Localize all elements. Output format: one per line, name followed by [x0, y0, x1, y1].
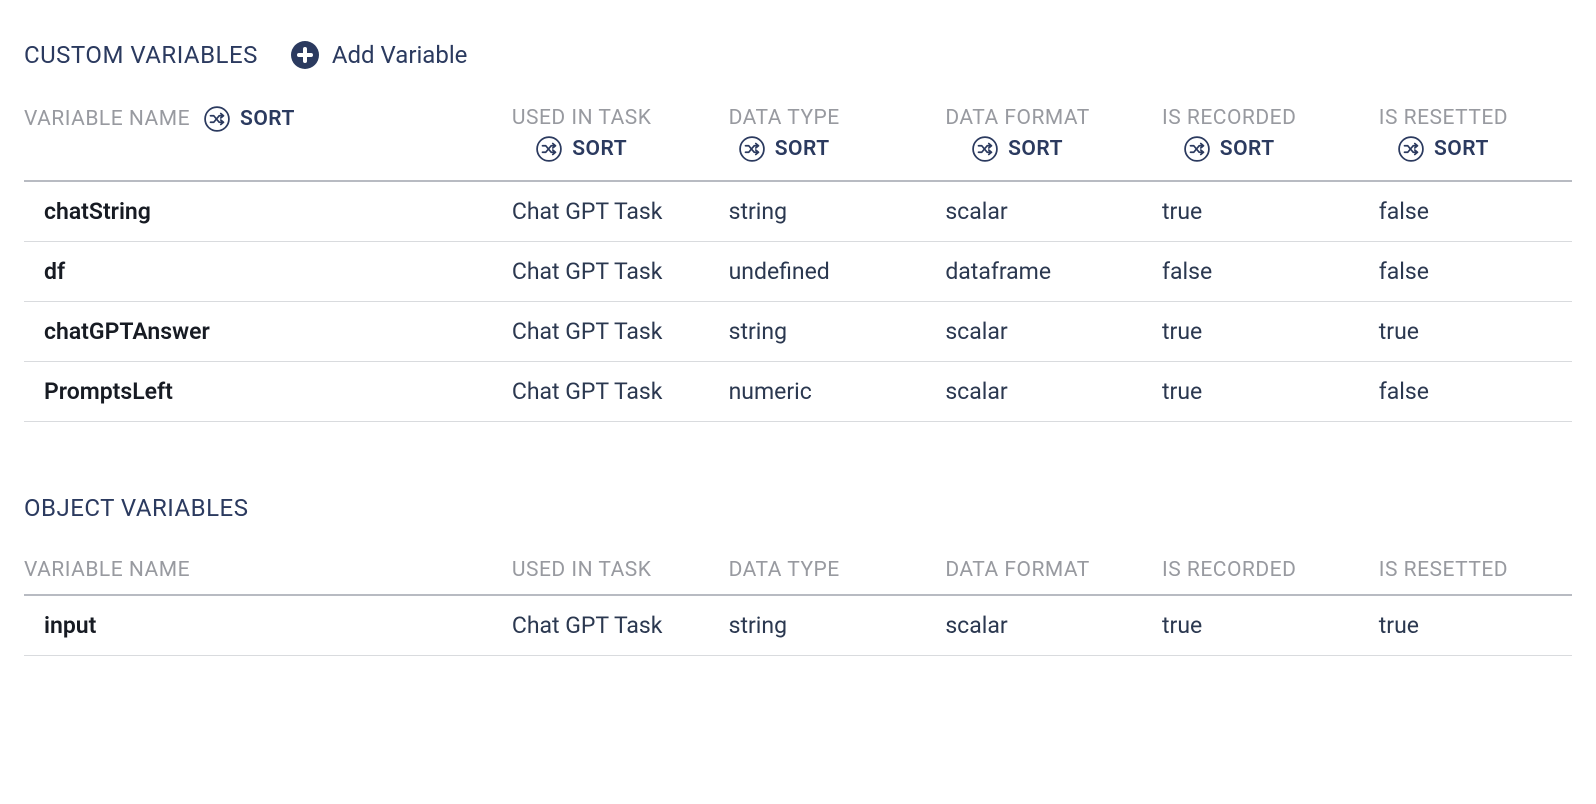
col-header-label: IS RESETTED [1379, 106, 1508, 130]
sort-label: SORT [1008, 137, 1063, 161]
col-header-label: VARIABLE NAME [24, 558, 190, 582]
col-header-used-in-task: USED IN TASK SORT [504, 98, 721, 181]
cell-is-resetted: true [1371, 595, 1572, 656]
cell-used-in-task: Chat GPT Task [504, 362, 721, 422]
col-header-variable-name: VARIABLE NAME SORT [24, 98, 504, 181]
plus-circle-icon [290, 40, 320, 70]
shuffle-icon [972, 136, 998, 162]
cell-data-format: scalar [937, 181, 1154, 242]
cell-is-recorded: true [1154, 362, 1371, 422]
cell-used-in-task: Chat GPT Task [504, 242, 721, 302]
cell-used-in-task: Chat GPT Task [504, 302, 721, 362]
col-header-label: IS RESETTED [1379, 558, 1508, 582]
sort-label: SORT [1220, 137, 1275, 161]
cell-variable-name: PromptsLeft [24, 362, 504, 422]
custom-variables-table: VARIABLE NAME SORT USED IN TASK [24, 98, 1572, 422]
col-header-data-format: DATA FORMAT [937, 550, 1154, 595]
cell-variable-name: chatGPTAnswer [24, 302, 504, 362]
col-header-is-resetted: IS RESETTED SORT [1371, 98, 1572, 181]
custom-variables-section: CUSTOM VARIABLES Add Variable VARIABLE N… [24, 40, 1572, 422]
sort-button-is-resetted[interactable]: SORT [1398, 136, 1489, 162]
col-header-is-recorded: IS RECORDED [1154, 550, 1371, 595]
table-row[interactable]: chatString Chat GPT Task string scalar t… [24, 181, 1572, 242]
cell-is-recorded: true [1154, 595, 1371, 656]
cell-used-in-task: Chat GPT Task [504, 595, 721, 656]
cell-is-resetted: false [1371, 242, 1572, 302]
add-variable-button[interactable]: Add Variable [290, 40, 468, 70]
cell-is-resetted: false [1371, 362, 1572, 422]
table-row[interactable]: chatGPTAnswer Chat GPT Task string scala… [24, 302, 1572, 362]
table-row[interactable]: df Chat GPT Task undefined dataframe fal… [24, 242, 1572, 302]
sort-button-is-recorded[interactable]: SORT [1184, 136, 1275, 162]
col-header-label: VARIABLE NAME [24, 107, 190, 131]
shuffle-icon [739, 136, 765, 162]
col-header-data-format: DATA FORMAT SORT [937, 98, 1154, 181]
cell-data-format: dataframe [937, 242, 1154, 302]
sort-label: SORT [240, 107, 295, 131]
col-header-label: DATA FORMAT [945, 558, 1090, 582]
sort-label: SORT [775, 137, 830, 161]
cell-variable-name: input [24, 595, 504, 656]
shuffle-icon [1398, 136, 1424, 162]
object-variables-title: OBJECT VARIABLES [24, 494, 248, 522]
col-header-label: DATA FORMAT [945, 106, 1090, 130]
table-row[interactable]: PromptsLeft Chat GPT Task numeric scalar… [24, 362, 1572, 422]
col-header-label: USED IN TASK [512, 558, 652, 582]
sort-button-used-in-task[interactable]: SORT [536, 136, 627, 162]
shuffle-icon [204, 106, 230, 132]
add-variable-label: Add Variable [332, 41, 468, 69]
cell-is-recorded: false [1154, 242, 1371, 302]
sort-button-data-type[interactable]: SORT [739, 136, 830, 162]
cell-variable-name: df [24, 242, 504, 302]
cell-data-format: scalar [937, 362, 1154, 422]
cell-data-type: string [721, 181, 938, 242]
object-variables-section: OBJECT VARIABLES VARIABLE NAME USED IN T… [24, 494, 1572, 656]
col-header-label: DATA TYPE [729, 558, 840, 582]
cell-data-type: numeric [721, 362, 938, 422]
col-header-label: DATA TYPE [729, 106, 840, 130]
cell-data-type: undefined [721, 242, 938, 302]
object-variables-table: VARIABLE NAME USED IN TASK DATA TYPE DAT… [24, 550, 1572, 656]
table-row[interactable]: input Chat GPT Task string scalar true t… [24, 595, 1572, 656]
cell-used-in-task: Chat GPT Task [504, 181, 721, 242]
cell-data-type: string [721, 302, 938, 362]
sort-button-data-format[interactable]: SORT [972, 136, 1063, 162]
sort-label: SORT [572, 137, 627, 161]
cell-data-type: string [721, 595, 938, 656]
col-header-label: IS RECORDED [1162, 558, 1296, 582]
col-header-variable-name: VARIABLE NAME [24, 550, 504, 595]
cell-is-recorded: true [1154, 302, 1371, 362]
col-header-data-type: DATA TYPE [721, 550, 938, 595]
shuffle-icon [536, 136, 562, 162]
sort-label: SORT [1434, 137, 1489, 161]
shuffle-icon [1184, 136, 1210, 162]
cell-is-recorded: true [1154, 181, 1371, 242]
cell-data-format: scalar [937, 302, 1154, 362]
col-header-data-type: DATA TYPE SORT [721, 98, 938, 181]
sort-button-variable-name[interactable]: SORT [204, 106, 295, 132]
col-header-is-resetted: IS RESETTED [1371, 550, 1572, 595]
cell-data-format: scalar [937, 595, 1154, 656]
col-header-used-in-task: USED IN TASK [504, 550, 721, 595]
col-header-label: USED IN TASK [512, 106, 652, 130]
col-header-is-recorded: IS RECORDED SORT [1154, 98, 1371, 181]
cell-is-resetted: false [1371, 181, 1572, 242]
col-header-label: IS RECORDED [1162, 106, 1296, 130]
custom-variables-title: CUSTOM VARIABLES [24, 41, 258, 69]
cell-is-resetted: true [1371, 302, 1572, 362]
cell-variable-name: chatString [24, 181, 504, 242]
